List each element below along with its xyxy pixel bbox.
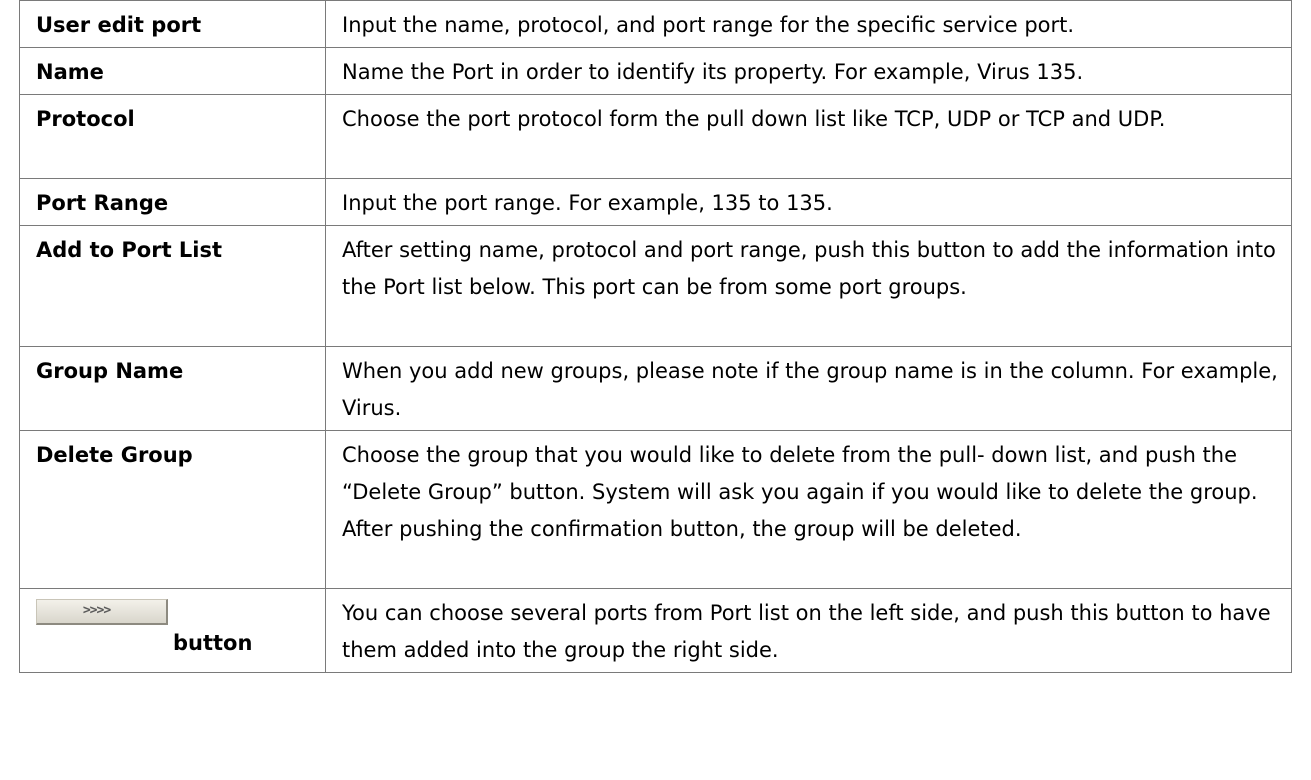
table-row: Name Name the Port in order to identify … [19,47,1292,95]
definition-table: User edit port Input the name, protocol,… [19,0,1292,673]
term-label: button [173,631,253,655]
table-row: Group Name When you add new groups, plea… [19,346,1292,431]
term-cell: Name [19,47,326,95]
term-cell: Group Name [19,346,326,431]
description-cell: When you add new groups, please note if … [325,346,1292,431]
table-row: Add to Port List After setting name, pro… [19,225,1292,347]
table-row: Port Range Input the port range. For exa… [19,178,1292,226]
button-term-cell: >>>> button [19,588,326,673]
description-cell: Choose the port protocol form the pull d… [325,94,1292,179]
description-cell: After setting name, protocol and port ra… [325,225,1292,347]
term-cell: Add to Port List [19,225,326,347]
description-cell: Choose the group that you would like to … [325,430,1292,589]
term-cell: Port Range [19,178,326,226]
description-cell: Input the port range. For example, 135 t… [325,178,1292,226]
term-cell: User edit port [19,0,326,48]
term-cell: Delete Group [19,430,326,589]
table-row: User edit port Input the name, protocol,… [19,0,1292,48]
table-row: Protocol Choose the port protocol form t… [19,94,1292,179]
move-right-button[interactable]: >>>> [36,599,168,625]
table-row: Delete Group Choose the group that you w… [19,430,1292,589]
description-cell: Input the name, protocol, and port range… [325,0,1292,48]
term-cell: Protocol [19,94,326,179]
table-row: >>>> button You can choose several ports… [19,588,1292,673]
description-cell: Name the Port in order to identify its p… [325,47,1292,95]
description-cell: You can choose several ports from Port l… [325,588,1292,673]
